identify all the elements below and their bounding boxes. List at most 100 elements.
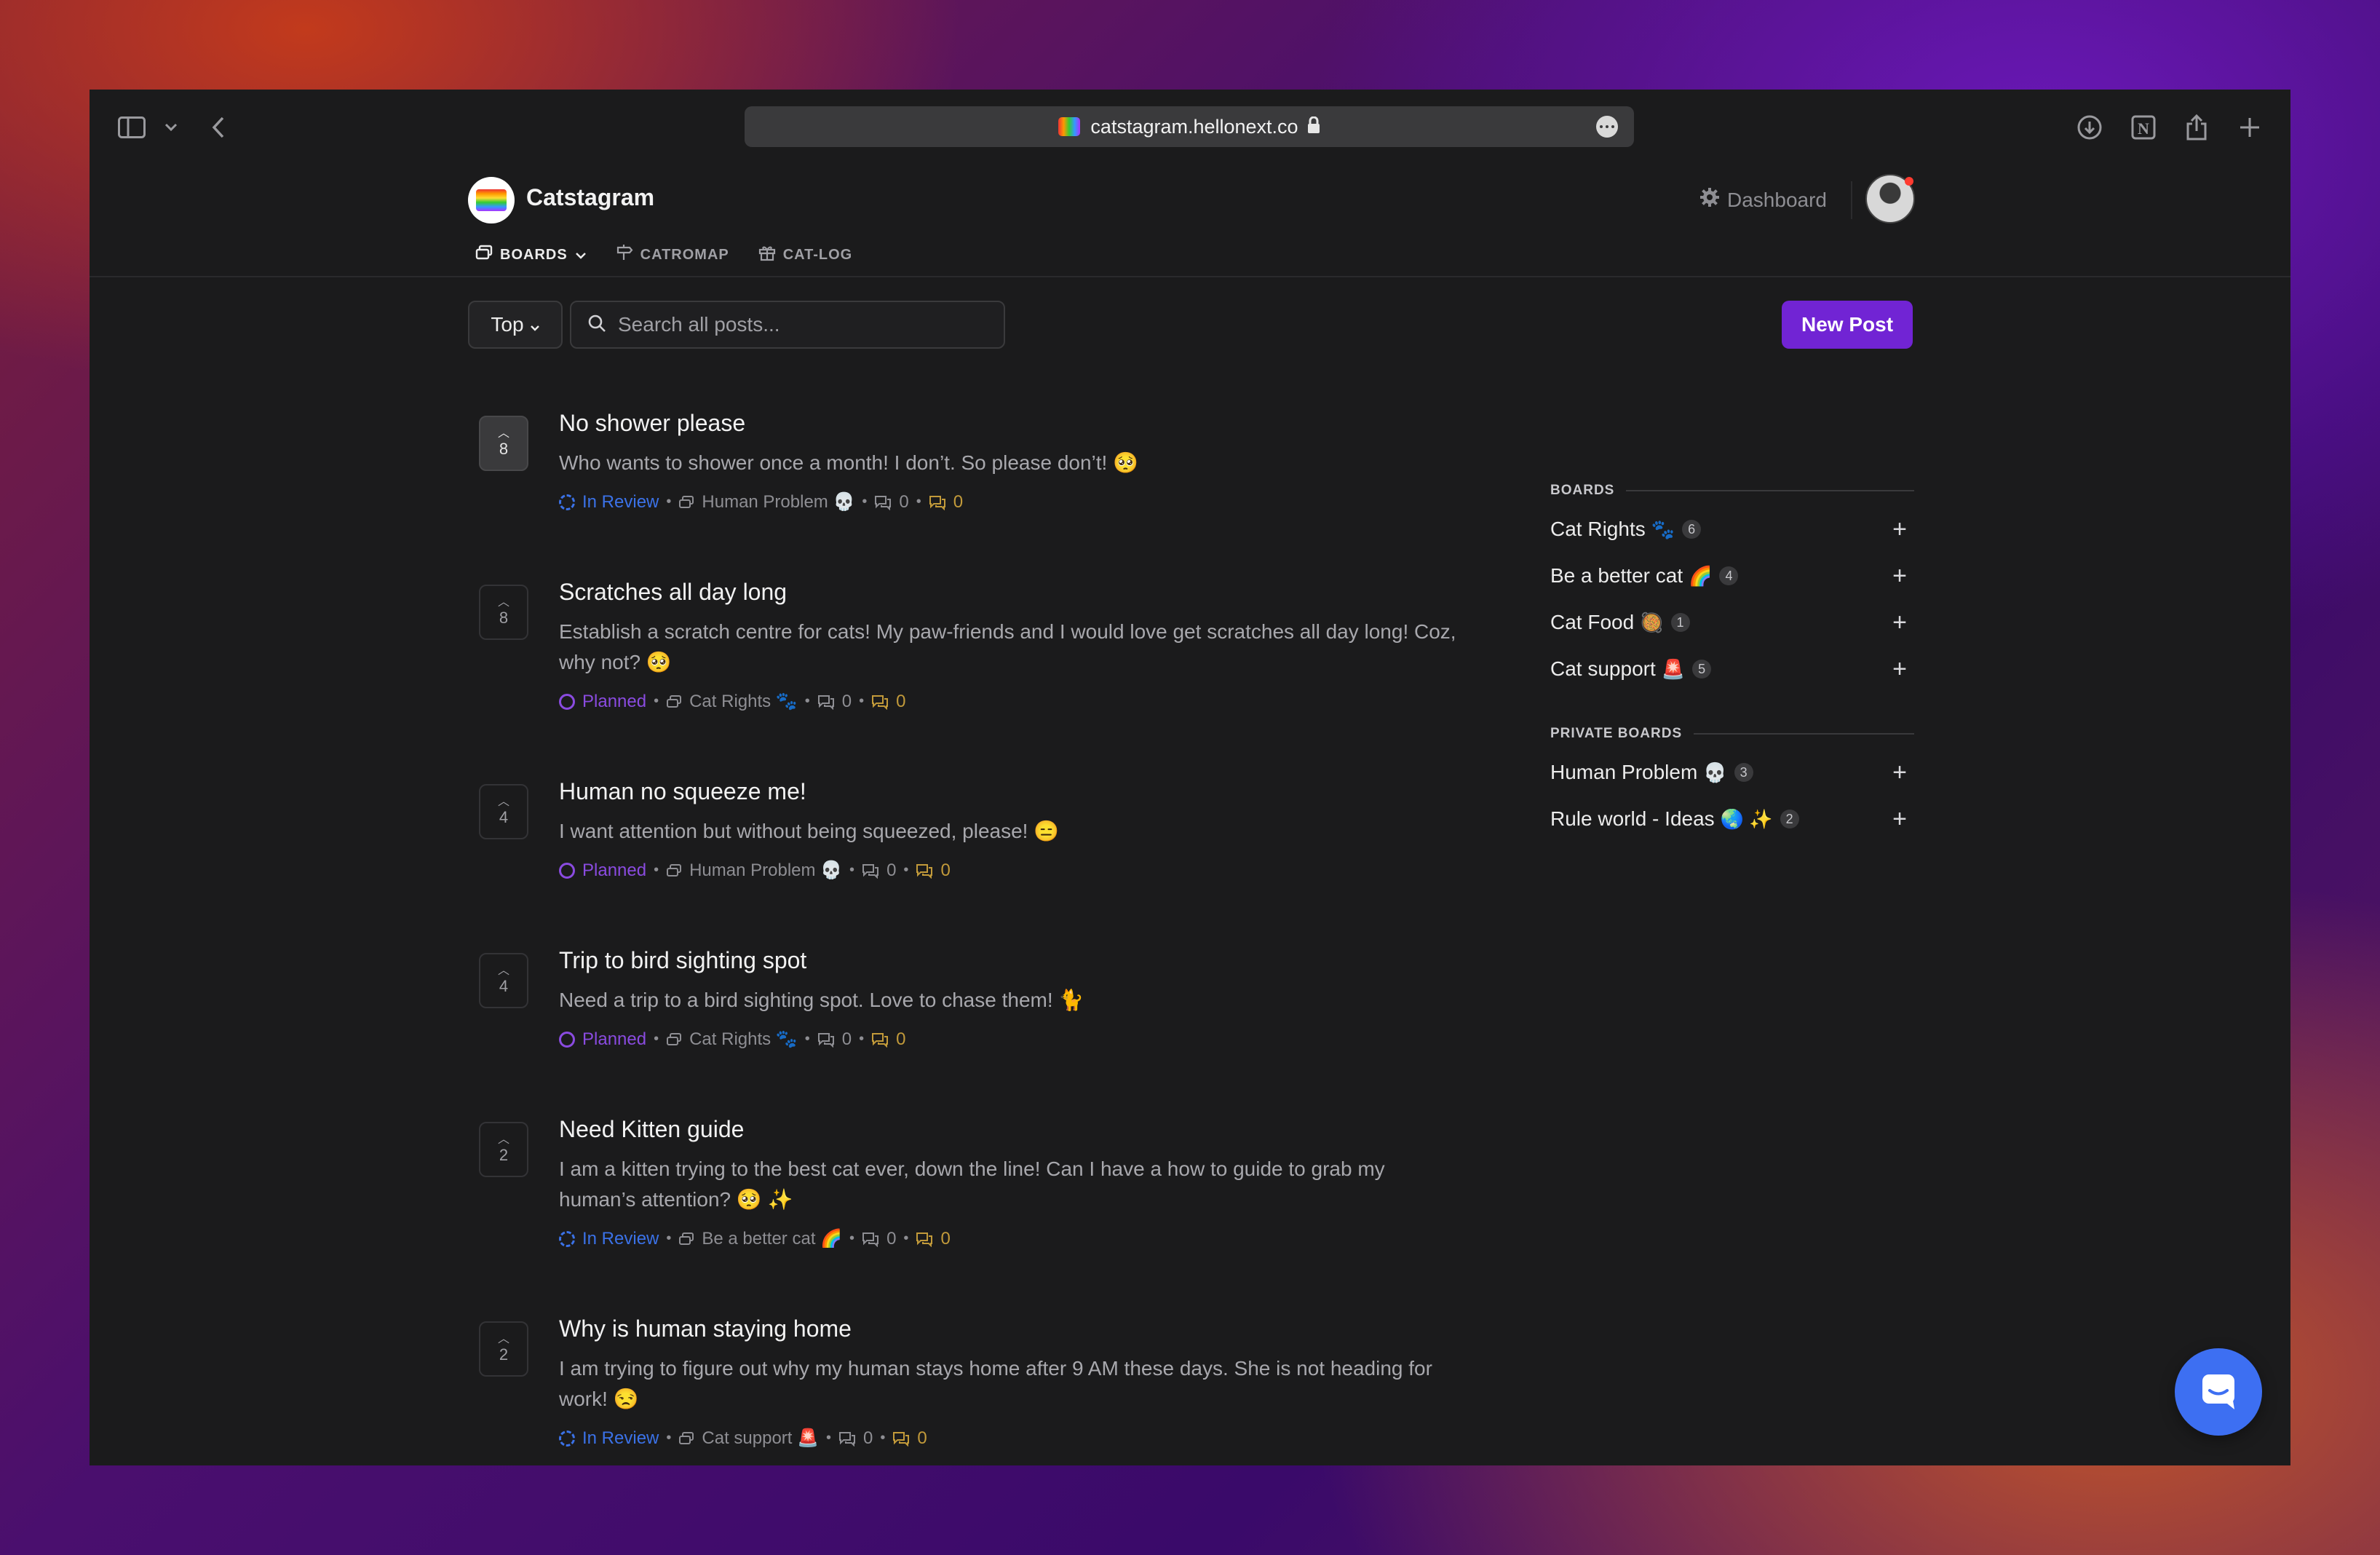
search-input[interactable] [616,312,969,337]
notion-icon[interactable]: N [2127,111,2159,143]
reply-count: 0 [917,1428,927,1448]
sidebar-item-human-problem[interactable]: Human Problem 💀 3 + [1550,756,1914,788]
post-title[interactable]: Trip to bird sighting spot [559,947,806,974]
post-title[interactable]: Need Kitten guide [559,1116,744,1143]
upvote-arrow-icon: ︿ [497,427,509,440]
add-board-post-button[interactable]: + [1892,656,1907,682]
upvote-button[interactable]: ︿ 4 [479,953,528,1008]
board-icon [678,1232,694,1246]
sidebar-item-cat-food[interactable]: Cat Food 🥘 1 + [1550,606,1914,638]
in-review-icon [559,1430,575,1447]
comment-count: 0 [886,1228,897,1249]
upvote-button[interactable]: ︿ 2 [479,1122,528,1177]
separator-dot: • [804,693,810,709]
post-board[interactable]: Human Problem 💀 [702,491,854,513]
status-label[interactable]: In Review [582,1428,659,1449]
post-board[interactable]: Be a better cat 🌈 [702,1228,842,1249]
brand-logo[interactable] [468,177,515,223]
separator-dot: • [826,1430,832,1446]
board-name: Be a better cat [1550,564,1683,587]
status-label[interactable]: In Review [582,1229,659,1249]
status-label[interactable]: Planned [582,1029,646,1050]
board-emoji: 🌏 ✨ [1720,807,1773,830]
separator-dot: • [903,862,909,878]
sidebar-item-cat-rights[interactable]: Cat Rights 🐾 6 + [1550,513,1914,545]
vote-count: 4 [499,808,509,826]
status-label[interactable]: In Review [582,492,659,513]
post-title[interactable]: Human no squeeze me! [559,778,806,805]
brand-name[interactable]: Catstagram [526,184,654,211]
private-boards-heading: PRIVATE BOARDS [1550,726,1914,742]
status-label[interactable]: Planned [582,692,646,712]
nav-cat-log[interactable]: CAT-LOG [758,244,853,266]
notification-dot [1905,177,1913,186]
heading-rule [1694,733,1914,735]
sidebar-item-be-a-better-cat[interactable]: Be a better cat 🌈 4 + [1550,560,1914,592]
separator-dot: • [666,494,672,510]
nav-catromap[interactable]: CATROMAP [616,244,729,266]
in-review-icon [559,494,575,510]
header-divider-line [90,276,2290,277]
upvote-button[interactable]: ︿ 8 [479,416,528,471]
reply-icon [916,863,933,879]
sidebar-toggle-icon[interactable] [116,111,148,143]
sidebar-item-cat-support[interactable]: Cat support 🚨 5 + [1550,653,1914,685]
post-title[interactable]: Why is human staying home [559,1315,852,1342]
download-icon[interactable] [2074,111,2106,143]
post-board[interactable]: Cat support 🚨 [702,1428,819,1449]
new-tab-icon[interactable] [2234,111,2266,143]
reply-icon [871,1032,889,1048]
dashboard-label: Dashboard [1727,188,1827,211]
chevron-down-icon[interactable] [155,111,187,143]
post-body: I am trying to figure out why my human s… [559,1357,1432,1410]
new-post-button[interactable]: New Post [1782,301,1913,349]
sort-dropdown[interactable]: Top [468,301,563,349]
reply-count: 0 [896,691,906,711]
add-board-post-button[interactable]: + [1892,609,1907,636]
post-meta: In Review • Cat support 🚨 • 0 • 0 [559,1428,927,1449]
sidebar-item-rule-world-ideas[interactable]: Rule world - Ideas 🌏 ✨ 2 + [1550,803,1914,835]
comment-count: 0 [863,1428,873,1448]
reply-count: 0 [896,1029,906,1049]
comment-count: 0 [841,691,852,711]
board-icon [678,495,694,510]
address-bar[interactable]: catstagram.hellonext.co [745,106,1634,147]
add-board-post-button[interactable]: + [1892,563,1907,589]
board-count: 2 [1780,810,1799,828]
dashboard-link[interactable]: Dashboard [1699,187,1827,213]
chat-launcher-button[interactable] [2175,1348,2262,1436]
avatar[interactable] [1865,174,1915,223]
search-box[interactable] [570,301,1005,349]
board-count: 5 [1692,660,1712,678]
reply-count: 0 [940,860,951,880]
post-title[interactable]: No shower please [559,410,745,437]
upvote-arrow-icon: ︿ [497,1133,509,1146]
reply-count: 0 [953,491,964,512]
post-body: Establish a scratch centre for cats! My … [559,620,1456,673]
back-arrow-icon[interactable] [202,111,234,143]
post-body: I want attention but without being squee… [559,820,1060,842]
post-title[interactable]: Scratches all day long [559,579,787,606]
boards-icon [475,245,493,265]
nav-boards[interactable]: BOARDS [475,244,587,266]
separator-dot: • [666,1230,672,1246]
separator-dot: • [903,1230,909,1246]
planned-icon [559,1031,575,1048]
comment-count: 0 [899,491,909,512]
add-board-post-button[interactable]: + [1892,516,1907,542]
upvote-button[interactable]: ︿ 8 [479,585,528,640]
site-favicon [1058,117,1081,136]
post-board[interactable]: Cat Rights 🐾 [689,1029,798,1050]
add-board-post-button[interactable]: + [1892,806,1907,832]
upvote-button[interactable]: ︿ 4 [479,784,528,839]
more-icon[interactable] [1596,116,1618,138]
url-text: catstagram.hellonext.co [1090,115,1298,138]
vote-count: 8 [499,440,509,458]
upvote-button[interactable]: ︿ 2 [479,1321,528,1377]
post-board[interactable]: Human Problem 💀 [689,860,842,881]
share-icon[interactable] [2181,111,2213,143]
post-board[interactable]: Cat Rights 🐾 [689,691,798,712]
add-board-post-button[interactable]: + [1892,759,1907,786]
heading-rule [1626,490,1914,491]
status-label[interactable]: Planned [582,860,646,881]
